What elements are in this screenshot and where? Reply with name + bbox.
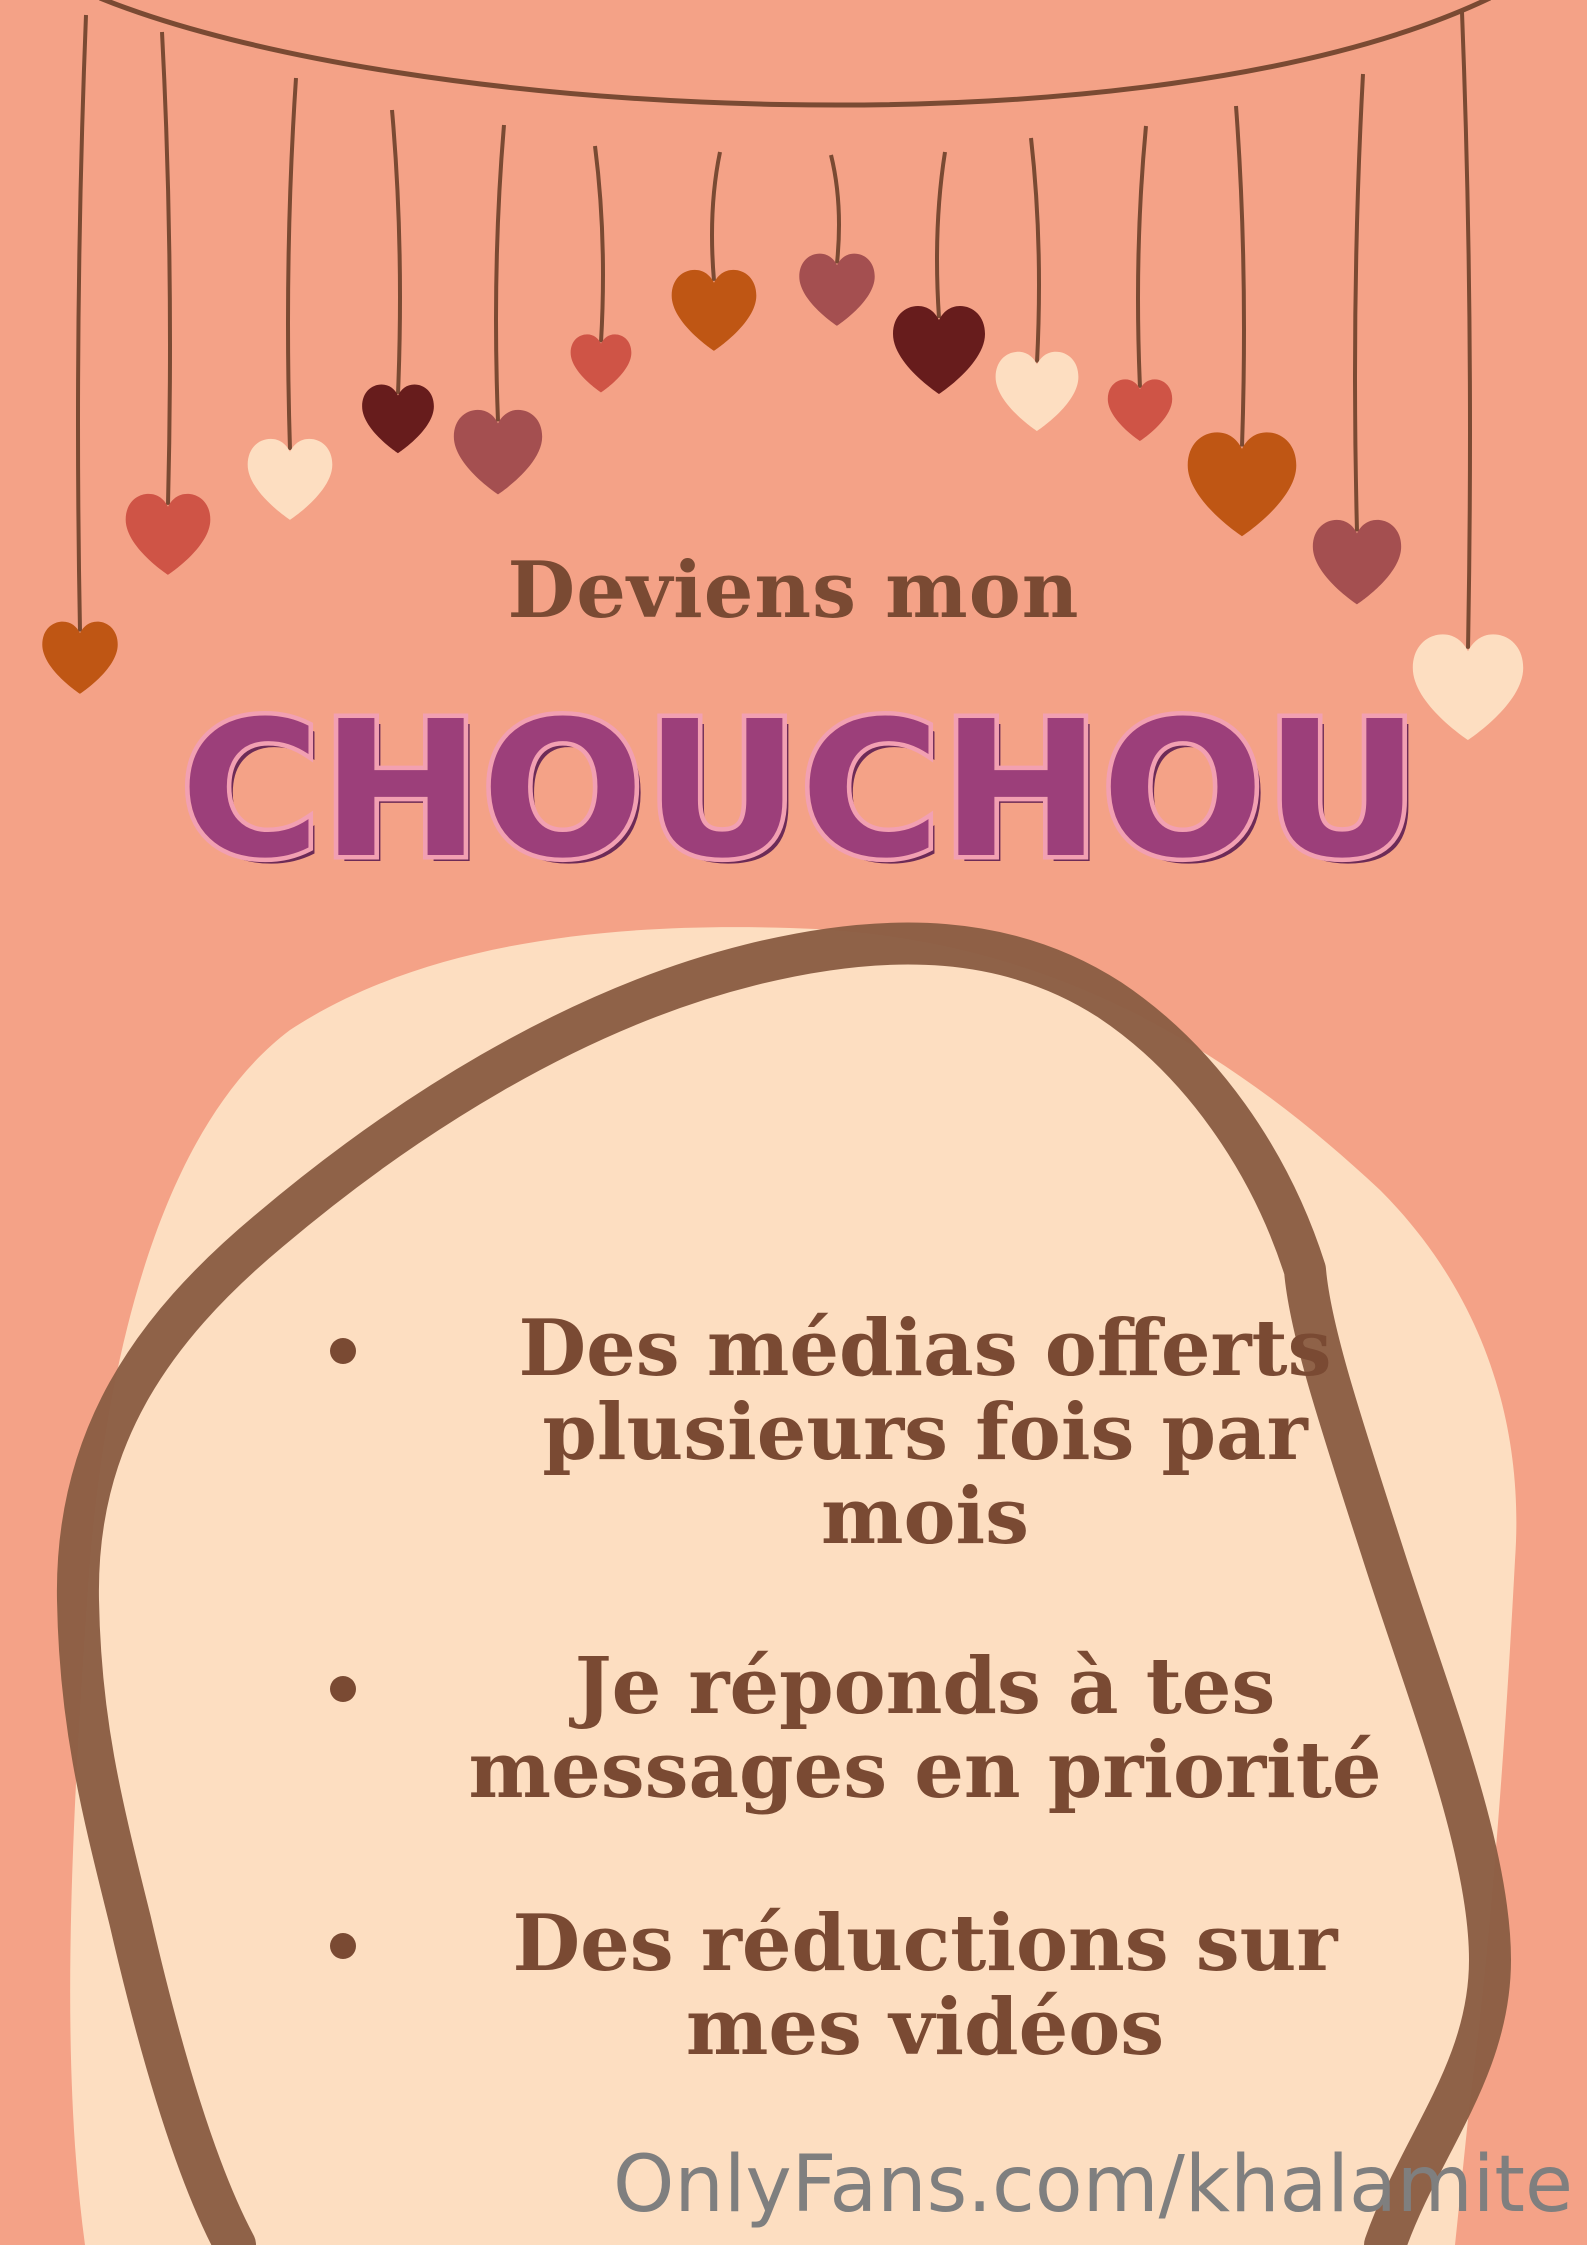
perk-line: mes vidéos bbox=[685, 1982, 1165, 2073]
bullet-dot bbox=[330, 1933, 356, 1959]
bullet-dot bbox=[330, 1338, 356, 1364]
profile-link[interactable]: OnlyFans.com/khalamite bbox=[0, 2140, 1573, 2230]
poster: Deviens mon CHOUCHOU CHOUCHOU Des médias… bbox=[0, 0, 1587, 2245]
headline-text: CHOUCHOU bbox=[180, 681, 1420, 890]
perk-line: mois bbox=[820, 1471, 1030, 1562]
headline: CHOUCHOU CHOUCHOU bbox=[140, 670, 1460, 907]
perk-line: Des réductions sur bbox=[512, 1898, 1338, 1989]
bullet-dot bbox=[330, 1676, 356, 1702]
perk-line: Je réponds à tes bbox=[574, 1641, 1276, 1732]
perk-line: Des médias offerts bbox=[518, 1303, 1332, 1394]
intro-text: Deviens mon bbox=[507, 545, 1080, 636]
perk-line: plusieurs fois par bbox=[542, 1387, 1308, 1478]
perk-line: messages en priorité bbox=[468, 1725, 1382, 1816]
